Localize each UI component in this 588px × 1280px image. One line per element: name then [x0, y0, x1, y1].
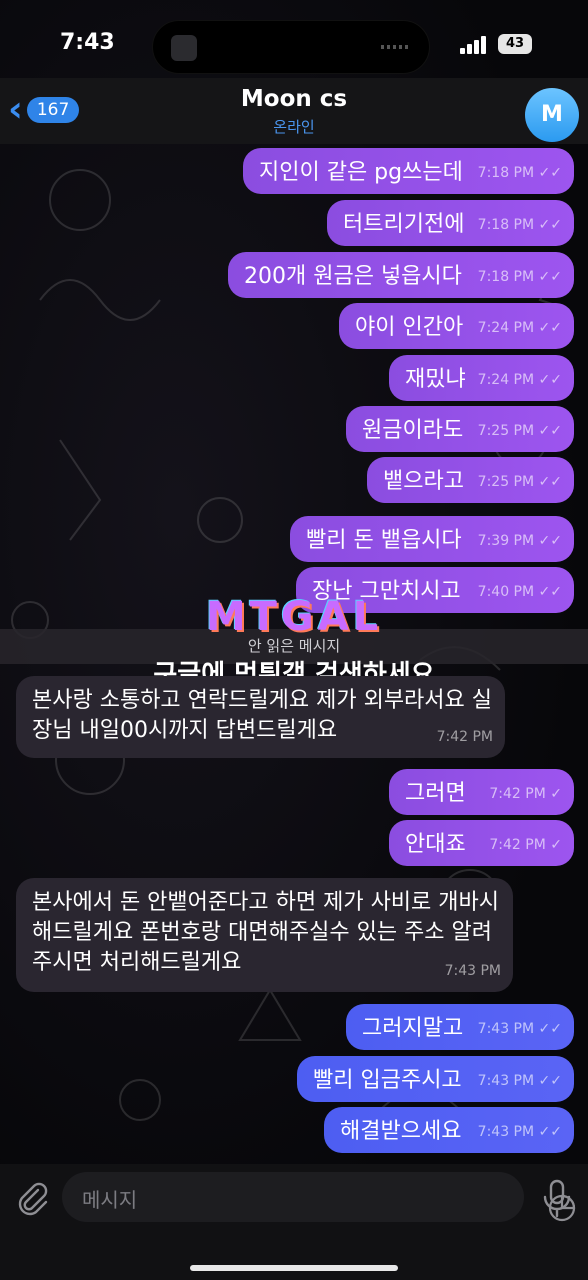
double-check-icon: ✓✓ [538, 165, 562, 181]
message-text: 안대죠 [405, 832, 466, 857]
message-text: 해결받으세요 [340, 1119, 462, 1144]
message-time: 7:43 PM ✓✓ [477, 1021, 562, 1037]
attach-icon[interactable] [14, 1180, 50, 1216]
message-outgoing[interactable]: 터트리기전에 7:18 PM ✓✓ [327, 200, 574, 246]
message-text: 빨리 입금주시고 [313, 1068, 462, 1093]
message-time: 7:42 PM ✓ [489, 786, 562, 802]
message-outgoing[interactable]: 빨리 돈 뱉읍시다 7:39 PM ✓✓ [290, 516, 574, 562]
message-text: 재밌냐 [405, 367, 466, 392]
double-check-icon: ✓✓ [538, 320, 562, 336]
message-text: 그러면 [405, 781, 466, 806]
message-time: 7:39 PM ✓✓ [477, 533, 562, 549]
message-outgoing[interactable]: 안대죠 7:42 PM ✓ [389, 820, 574, 866]
dots-icon [381, 45, 411, 49]
message-text: 터트리기전에 [343, 212, 465, 237]
message-outgoing[interactable]: 야이 인간아 7:24 PM ✓✓ [339, 303, 574, 349]
message-outgoing[interactable]: 그러면 7:42 PM ✓ [389, 769, 574, 815]
double-check-icon: ✓✓ [538, 1021, 562, 1037]
battery-icon: 43 [498, 34, 532, 54]
message-outgoing[interactable]: 해결받으세요 7:43 PM ✓✓ [324, 1107, 574, 1153]
message-text: 야이 인간아 [355, 315, 464, 340]
single-check-icon: ✓ [550, 837, 562, 853]
input-bar: 메시지 [0, 1164, 588, 1280]
message-text: 그러지말고 [362, 1016, 464, 1041]
avatar[interactable]: M [525, 88, 579, 142]
message-time: 7:25 PM ✓✓ [477, 474, 562, 490]
double-check-icon: ✓✓ [538, 474, 562, 490]
message-text: 원금이라도 [362, 418, 464, 443]
double-check-icon: ✓✓ [538, 423, 562, 439]
message-input-placeholder: 메시지 [82, 1188, 138, 1212]
message-time: 7:25 PM ✓✓ [477, 423, 562, 439]
message-outgoing[interactable]: 지인이 같은 pg쓰는데 7:18 PM ✓✓ [243, 148, 574, 194]
message-text: 본사랑 소통하고 연락드릴게요 제가 외부라서요 실장님 내일00시까지 답변드… [32, 688, 493, 743]
message-time: 7:24 PM ✓✓ [477, 320, 562, 336]
message-text: 빨리 돈 뱉읍시다 [306, 528, 462, 553]
message-text: 뱉으라고 [383, 469, 464, 494]
message-outgoing[interactable]: 원금이라도 7:25 PM ✓✓ [346, 406, 574, 452]
message-time: 7:42 PM [436, 729, 493, 745]
message-text: 본사에서 돈 안뱉어준다고 하면 제가 사비로 개바시해드릴게요 폰번호랑 대면… [32, 890, 500, 975]
message-text: 200개 원금은 넣읍시다 [244, 264, 462, 289]
message-outgoing[interactable]: 빨리 입금주시고 7:43 PM ✓✓ [297, 1056, 574, 1102]
mic-icon[interactable] [540, 1178, 574, 1218]
message-time: 7:43 PM ✓✓ [477, 1124, 562, 1140]
message-time: 7:42 PM ✓ [489, 837, 562, 853]
double-check-icon: ✓✓ [538, 217, 562, 233]
double-check-icon: ✓✓ [538, 1124, 562, 1140]
message-outgoing[interactable]: 200개 원금은 넣읍시다 7:18 PM ✓✓ [228, 252, 574, 298]
message-time: 7:24 PM ✓✓ [477, 372, 562, 388]
message-time: 7:43 PM [444, 963, 501, 979]
double-check-icon: ✓✓ [538, 372, 562, 388]
message-text: 지인이 같은 pg쓰는데 [259, 160, 463, 185]
message-incoming[interactable]: 본사랑 소통하고 연락드릴게요 제가 외부라서요 실장님 내일00시까지 답변드… [16, 676, 505, 758]
double-check-icon: ✓✓ [538, 533, 562, 549]
double-check-icon: ✓✓ [538, 1073, 562, 1089]
camera-icon [171, 35, 197, 61]
message-time: 7:18 PM ✓✓ [477, 165, 562, 181]
message-outgoing[interactable]: 재밌냐 7:24 PM ✓✓ [389, 355, 574, 401]
single-check-icon: ✓ [550, 786, 562, 802]
signal-icon [460, 36, 488, 54]
dynamic-island [152, 20, 430, 74]
status-time: 7:43 [60, 30, 115, 55]
message-outgoing[interactable]: 뱉으라고 7:25 PM ✓✓ [367, 457, 574, 503]
message-time: 7:18 PM ✓✓ [477, 269, 562, 285]
watermark-logo: MTGAL [205, 594, 383, 640]
double-check-icon: ✓✓ [538, 269, 562, 285]
message-incoming[interactable]: 본사에서 돈 안뱉어준다고 하면 제가 사비로 개바시해드릴게요 폰번호랑 대면… [16, 878, 513, 992]
message-time: 7:18 PM ✓✓ [477, 217, 562, 233]
message-input[interactable]: 메시지 [62, 1172, 576, 1222]
home-indicator[interactable] [190, 1265, 398, 1271]
message-time: 7:43 PM ✓✓ [477, 1073, 562, 1089]
chat-header: ‹ 167 Moon cs 온라인 M [0, 78, 588, 144]
chat-title[interactable]: Moon cs [0, 86, 588, 112]
message-outgoing[interactable]: 그러지말고 7:43 PM ✓✓ [346, 1004, 574, 1050]
chat-status: 온라인 [273, 118, 315, 136]
